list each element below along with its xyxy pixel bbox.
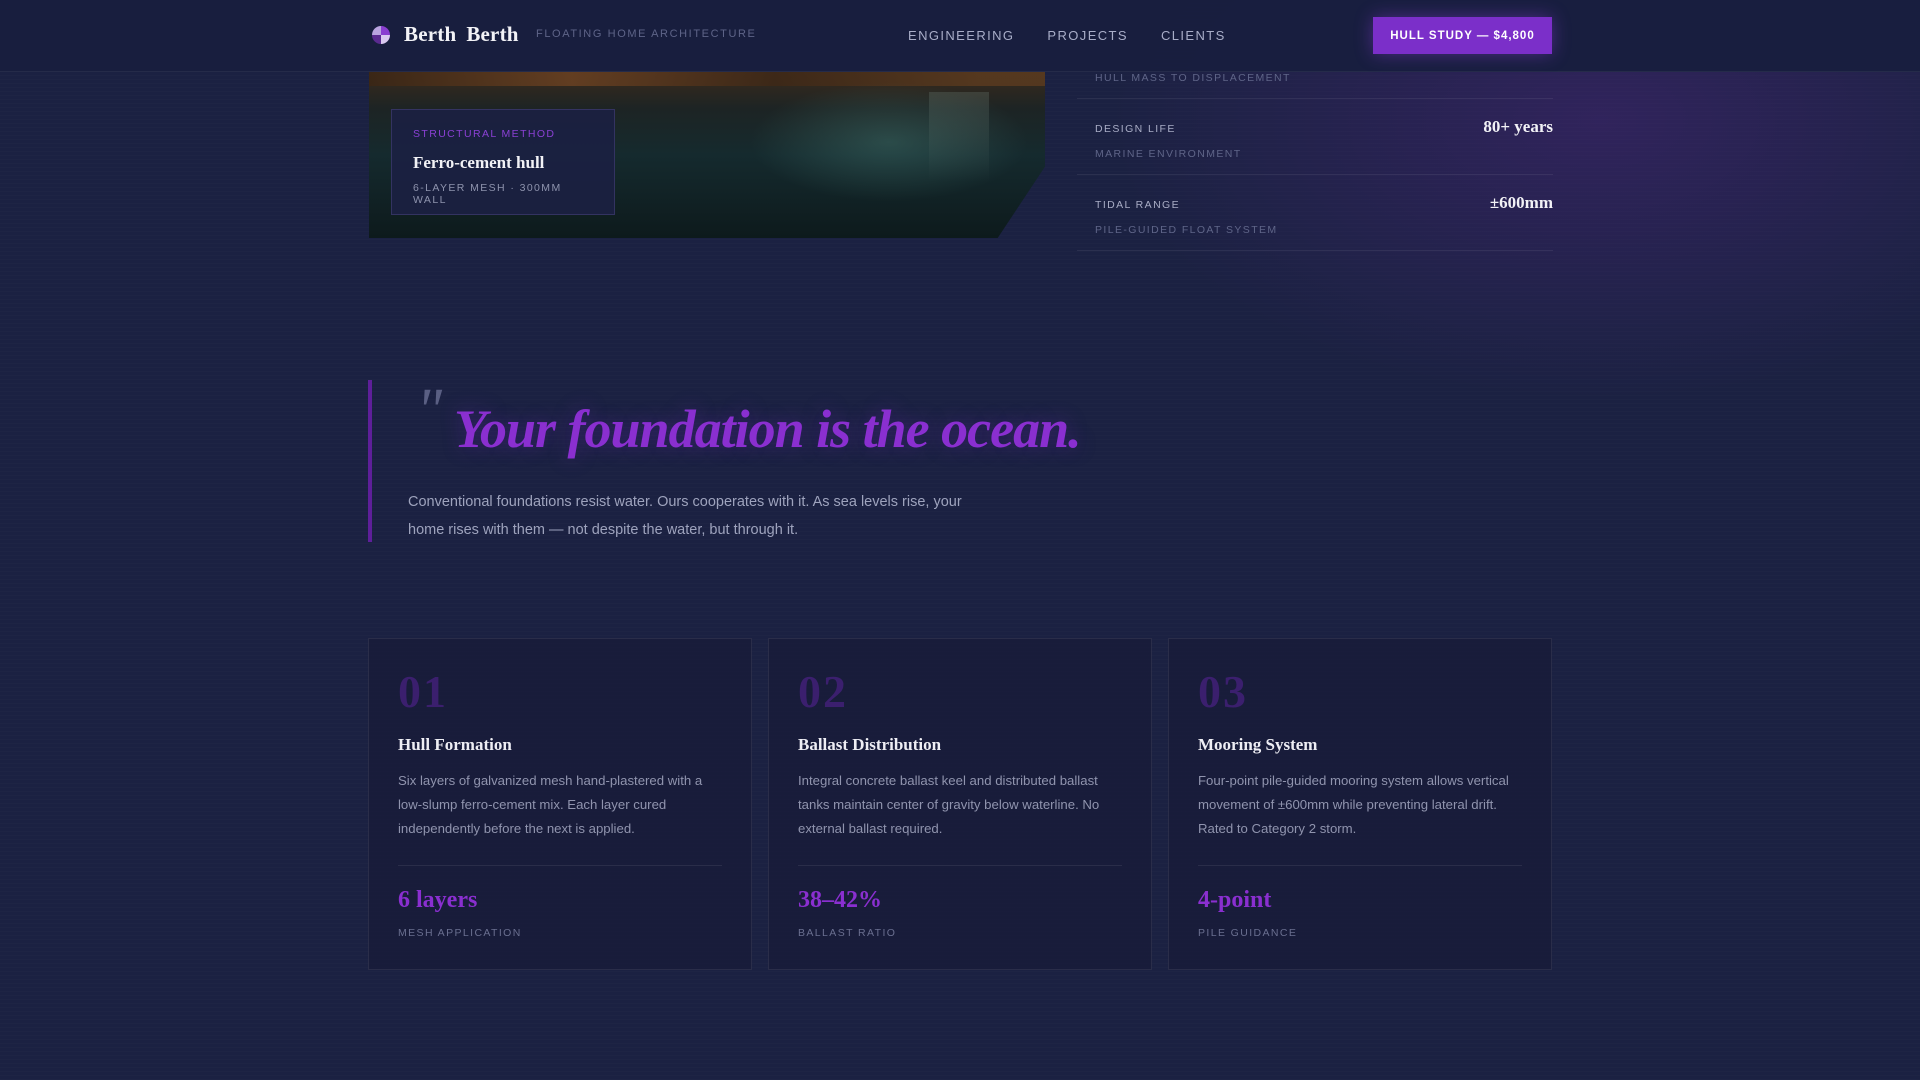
brand[interactable]: Berth Berth [372,22,529,47]
spec-label: TIDAL RANGE [1095,199,1181,211]
feature-card-mooring: 03 Mooring System Four-point pile-guided… [1168,638,1552,970]
card-metric: 4-point [1198,887,1272,913]
spec-value: ±600mm [1489,193,1553,212]
spec-label: DESIGN LIFE [1095,123,1176,135]
card-body: Integral concrete ballast keel and distr… [798,773,1100,836]
hull-study-button[interactable]: HULL STUDY — $4,800 [1373,17,1552,54]
card-title: Ballast Distribution [798,735,942,754]
card-metric: 6 layers [398,887,478,913]
method-label: STRUCTURAL METHOD [413,128,556,140]
card-body: Four-point pile-guided mooring system al… [1198,773,1509,836]
quote-headline: Your foundation is the ocean. [454,399,1082,459]
method-subtitle: 6-LAYER MESH · 300MM WALL [413,182,562,206]
brand-word-2: Berth [466,22,519,46]
structural-method-card: STRUCTURAL METHOD Ferro-cement hull 6-LA… [391,109,615,215]
card-number: 02 [798,666,848,717]
feature-card-hull: 01 Hull Formation Six layers of galvaniz… [368,638,752,970]
main-menu: ENGINEERING PROJECTS CLIENTS [908,28,1226,43]
card-metric-label: BALLAST RATIO [798,927,897,939]
top-nav: Berth Berth FLOATING HOME ARCHITECTURE EN… [0,0,1920,72]
logo-icon [372,25,390,44]
card-divider [1198,865,1522,866]
card-body: Six layers of galvanized mesh hand-plast… [398,773,703,836]
brand-name: Berth Berth [404,22,529,47]
quote-body: Conventional foundations resist water. O… [408,494,962,538]
brand-tagline: FLOATING HOME ARCHITECTURE [536,28,757,40]
card-metric-label: PILE GUIDANCE [1198,927,1298,939]
card-divider [798,865,1122,866]
spec-sub: HULL MASS TO DISPLACEMENT [1095,72,1291,84]
spec-value: 80+ years [1483,117,1553,136]
spec-row: DESIGN LIFE 80+ years MARINE ENVIRONMENT [1077,99,1553,175]
nav-link-engineering[interactable]: ENGINEERING [908,28,1014,43]
water-reflection [929,92,989,182]
spec-sub: PILE-GUIDED FLOAT SYSTEM [1095,224,1278,236]
card-number: 01 [398,666,448,717]
specs-list: HULL MASS TO DISPLACEMENT DESIGN LIFE 80… [1077,60,1553,251]
method-title: Ferro-cement hull [413,153,545,172]
spec-row: TIDAL RANGE ±600mm PILE-GUIDED FLOAT SYS… [1077,175,1553,251]
card-metric: 38–42% [798,887,882,913]
quote-mark-icon: " [416,377,443,445]
nav-link-projects[interactable]: PROJECTS [1047,28,1128,43]
spec-sub: MARINE ENVIRONMENT [1095,148,1242,160]
brand-word-1: Berth [404,22,457,46]
feature-card-ballast: 02 Ballast Distribution Integral concret… [768,638,1152,970]
card-title: Mooring System [1198,735,1318,754]
card-number: 03 [1198,666,1248,717]
nav-link-clients[interactable]: CLIENTS [1161,28,1226,43]
card-metric-label: MESH APPLICATION [398,927,522,939]
feature-cards: 01 Hull Formation Six layers of galvaniz… [368,638,1552,970]
card-title: Hull Formation [398,735,512,754]
pull-quote: " Your foundation is the ocean. Conventi… [368,380,1128,542]
card-divider [398,865,722,866]
